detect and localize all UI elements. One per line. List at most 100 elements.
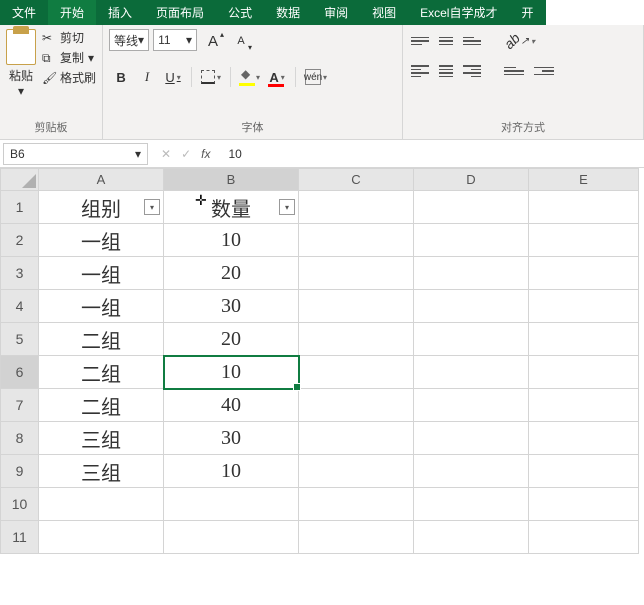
cell-A3[interactable]: 一组 xyxy=(39,257,164,290)
cell[interactable] xyxy=(414,422,529,455)
cell-A6[interactable]: 二组 xyxy=(39,356,164,389)
row-header[interactable]: 6 xyxy=(1,356,39,389)
cell[interactable] xyxy=(299,389,414,422)
tab-custom[interactable]: Excel自学成才 xyxy=(408,0,509,25)
cell[interactable] xyxy=(529,323,639,356)
align-center-button[interactable] xyxy=(435,61,457,81)
decrease-font-button[interactable]: A ▾ xyxy=(229,29,253,53)
filter-button[interactable]: ▾ xyxy=(144,199,160,215)
tab-insert[interactable]: 插入 xyxy=(96,0,144,25)
cell[interactable] xyxy=(39,521,164,554)
cell-C1[interactable] xyxy=(299,191,414,224)
spreadsheet-grid[interactable]: A B C D E 1 组别 ▾ 数量 ▾ 2 一组 10 xyxy=(0,168,644,554)
cell[interactable] xyxy=(529,257,639,290)
increase-indent-button[interactable] xyxy=(531,59,557,83)
cell-E1[interactable] xyxy=(529,191,639,224)
bold-button[interactable]: B xyxy=(109,65,133,89)
row-header[interactable]: 11 xyxy=(1,521,39,554)
font-size-select[interactable]: 11 ▾ xyxy=(153,29,197,51)
cell[interactable] xyxy=(299,521,414,554)
row-header[interactable]: 2 xyxy=(1,224,39,257)
copy-button[interactable]: ⧉ 复制 ▾ xyxy=(42,49,96,66)
cell[interactable] xyxy=(414,224,529,257)
row-header[interactable]: 7 xyxy=(1,389,39,422)
format-painter-button[interactable]: 🖌 格式刷 xyxy=(42,69,96,86)
cell[interactable] xyxy=(529,422,639,455)
cell-B4[interactable]: 30 xyxy=(164,290,299,323)
cell-A7[interactable]: 二组 xyxy=(39,389,164,422)
tab-page-layout[interactable]: 页面布局 xyxy=(144,0,216,25)
filter-button[interactable]: ▾ xyxy=(279,199,295,215)
insert-function-button[interactable]: fx xyxy=(201,147,210,161)
cell-B1[interactable]: 数量 ▾ xyxy=(164,191,299,224)
cell[interactable] xyxy=(299,356,414,389)
tab-review[interactable]: 审阅 xyxy=(312,0,360,25)
formula-cancel-button[interactable]: ✕ xyxy=(161,147,171,161)
cell-B5[interactable]: 20 xyxy=(164,323,299,356)
paste-button[interactable]: 粘贴 ▾ xyxy=(6,29,36,98)
border-button[interactable]: ▾ xyxy=(198,65,224,89)
align-top-button[interactable] xyxy=(409,31,431,51)
font-name-select[interactable]: 等线 ▾ xyxy=(109,29,149,51)
cell[interactable] xyxy=(164,521,299,554)
cell[interactable] xyxy=(529,488,639,521)
tab-view[interactable]: 视图 xyxy=(360,0,408,25)
col-header-D[interactable]: D xyxy=(414,169,529,191)
cell-A4[interactable]: 一组 xyxy=(39,290,164,323)
cell[interactable] xyxy=(299,422,414,455)
cell-D1[interactable] xyxy=(414,191,529,224)
tab-file[interactable]: 文件 xyxy=(0,0,48,25)
cell-A9[interactable]: 三组 xyxy=(39,455,164,488)
orientation-button[interactable]: ab ↗ ▾ xyxy=(501,29,538,53)
cell[interactable] xyxy=(299,290,414,323)
row-header[interactable]: 3 xyxy=(1,257,39,290)
col-header-E[interactable]: E xyxy=(529,169,639,191)
cell[interactable] xyxy=(39,488,164,521)
cell[interactable] xyxy=(529,356,639,389)
cell-B6[interactable]: 10 xyxy=(164,356,299,389)
cut-button[interactable]: ✂ 剪切 xyxy=(42,29,96,46)
italic-button[interactable]: I xyxy=(135,65,159,89)
tab-home[interactable]: 开始 xyxy=(48,0,96,25)
cell[interactable] xyxy=(164,488,299,521)
formula-input[interactable]: 10 xyxy=(220,145,644,163)
cell[interactable] xyxy=(414,488,529,521)
align-right-button[interactable] xyxy=(461,61,483,81)
cell[interactable] xyxy=(414,290,529,323)
cell-A1[interactable]: 组别 ▾ xyxy=(39,191,164,224)
align-left-button[interactable] xyxy=(409,61,431,81)
cell-B9[interactable]: 10 xyxy=(164,455,299,488)
cell[interactable] xyxy=(414,389,529,422)
row-header[interactable]: 8 xyxy=(1,422,39,455)
cell-B3[interactable]: 20 xyxy=(164,257,299,290)
name-box[interactable]: B6 ▾ xyxy=(3,143,148,165)
fill-color-button[interactable]: ▾ xyxy=(237,65,263,89)
row-header[interactable]: 10 xyxy=(1,488,39,521)
col-header-B[interactable]: B xyxy=(164,169,299,191)
tab-data[interactable]: 数据 xyxy=(264,0,312,25)
col-header-A[interactable]: A xyxy=(39,169,164,191)
row-header[interactable]: 4 xyxy=(1,290,39,323)
cell[interactable] xyxy=(529,521,639,554)
row-header[interactable]: 5 xyxy=(1,323,39,356)
cell[interactable] xyxy=(529,455,639,488)
col-header-C[interactable]: C xyxy=(299,169,414,191)
increase-font-button[interactable]: A ▴ xyxy=(201,29,225,53)
cell[interactable] xyxy=(299,323,414,356)
underline-button[interactable]: U▾ xyxy=(161,65,185,89)
cell-B7[interactable]: 40 xyxy=(164,389,299,422)
cell[interactable] xyxy=(414,356,529,389)
cell-A2[interactable]: 一组 xyxy=(39,224,164,257)
tab-overflow[interactable]: 开 xyxy=(509,0,545,25)
cell[interactable] xyxy=(299,224,414,257)
row-header[interactable]: 1 xyxy=(1,191,39,224)
cell[interactable] xyxy=(299,257,414,290)
select-all-corner[interactable] xyxy=(1,169,39,191)
cell[interactable] xyxy=(414,455,529,488)
cell[interactable] xyxy=(414,257,529,290)
cell-B8[interactable]: 30 xyxy=(164,422,299,455)
tab-formulas[interactable]: 公式 xyxy=(216,0,264,25)
cell[interactable] xyxy=(529,224,639,257)
cell-B2[interactable]: 10 xyxy=(164,224,299,257)
cell[interactable] xyxy=(414,323,529,356)
